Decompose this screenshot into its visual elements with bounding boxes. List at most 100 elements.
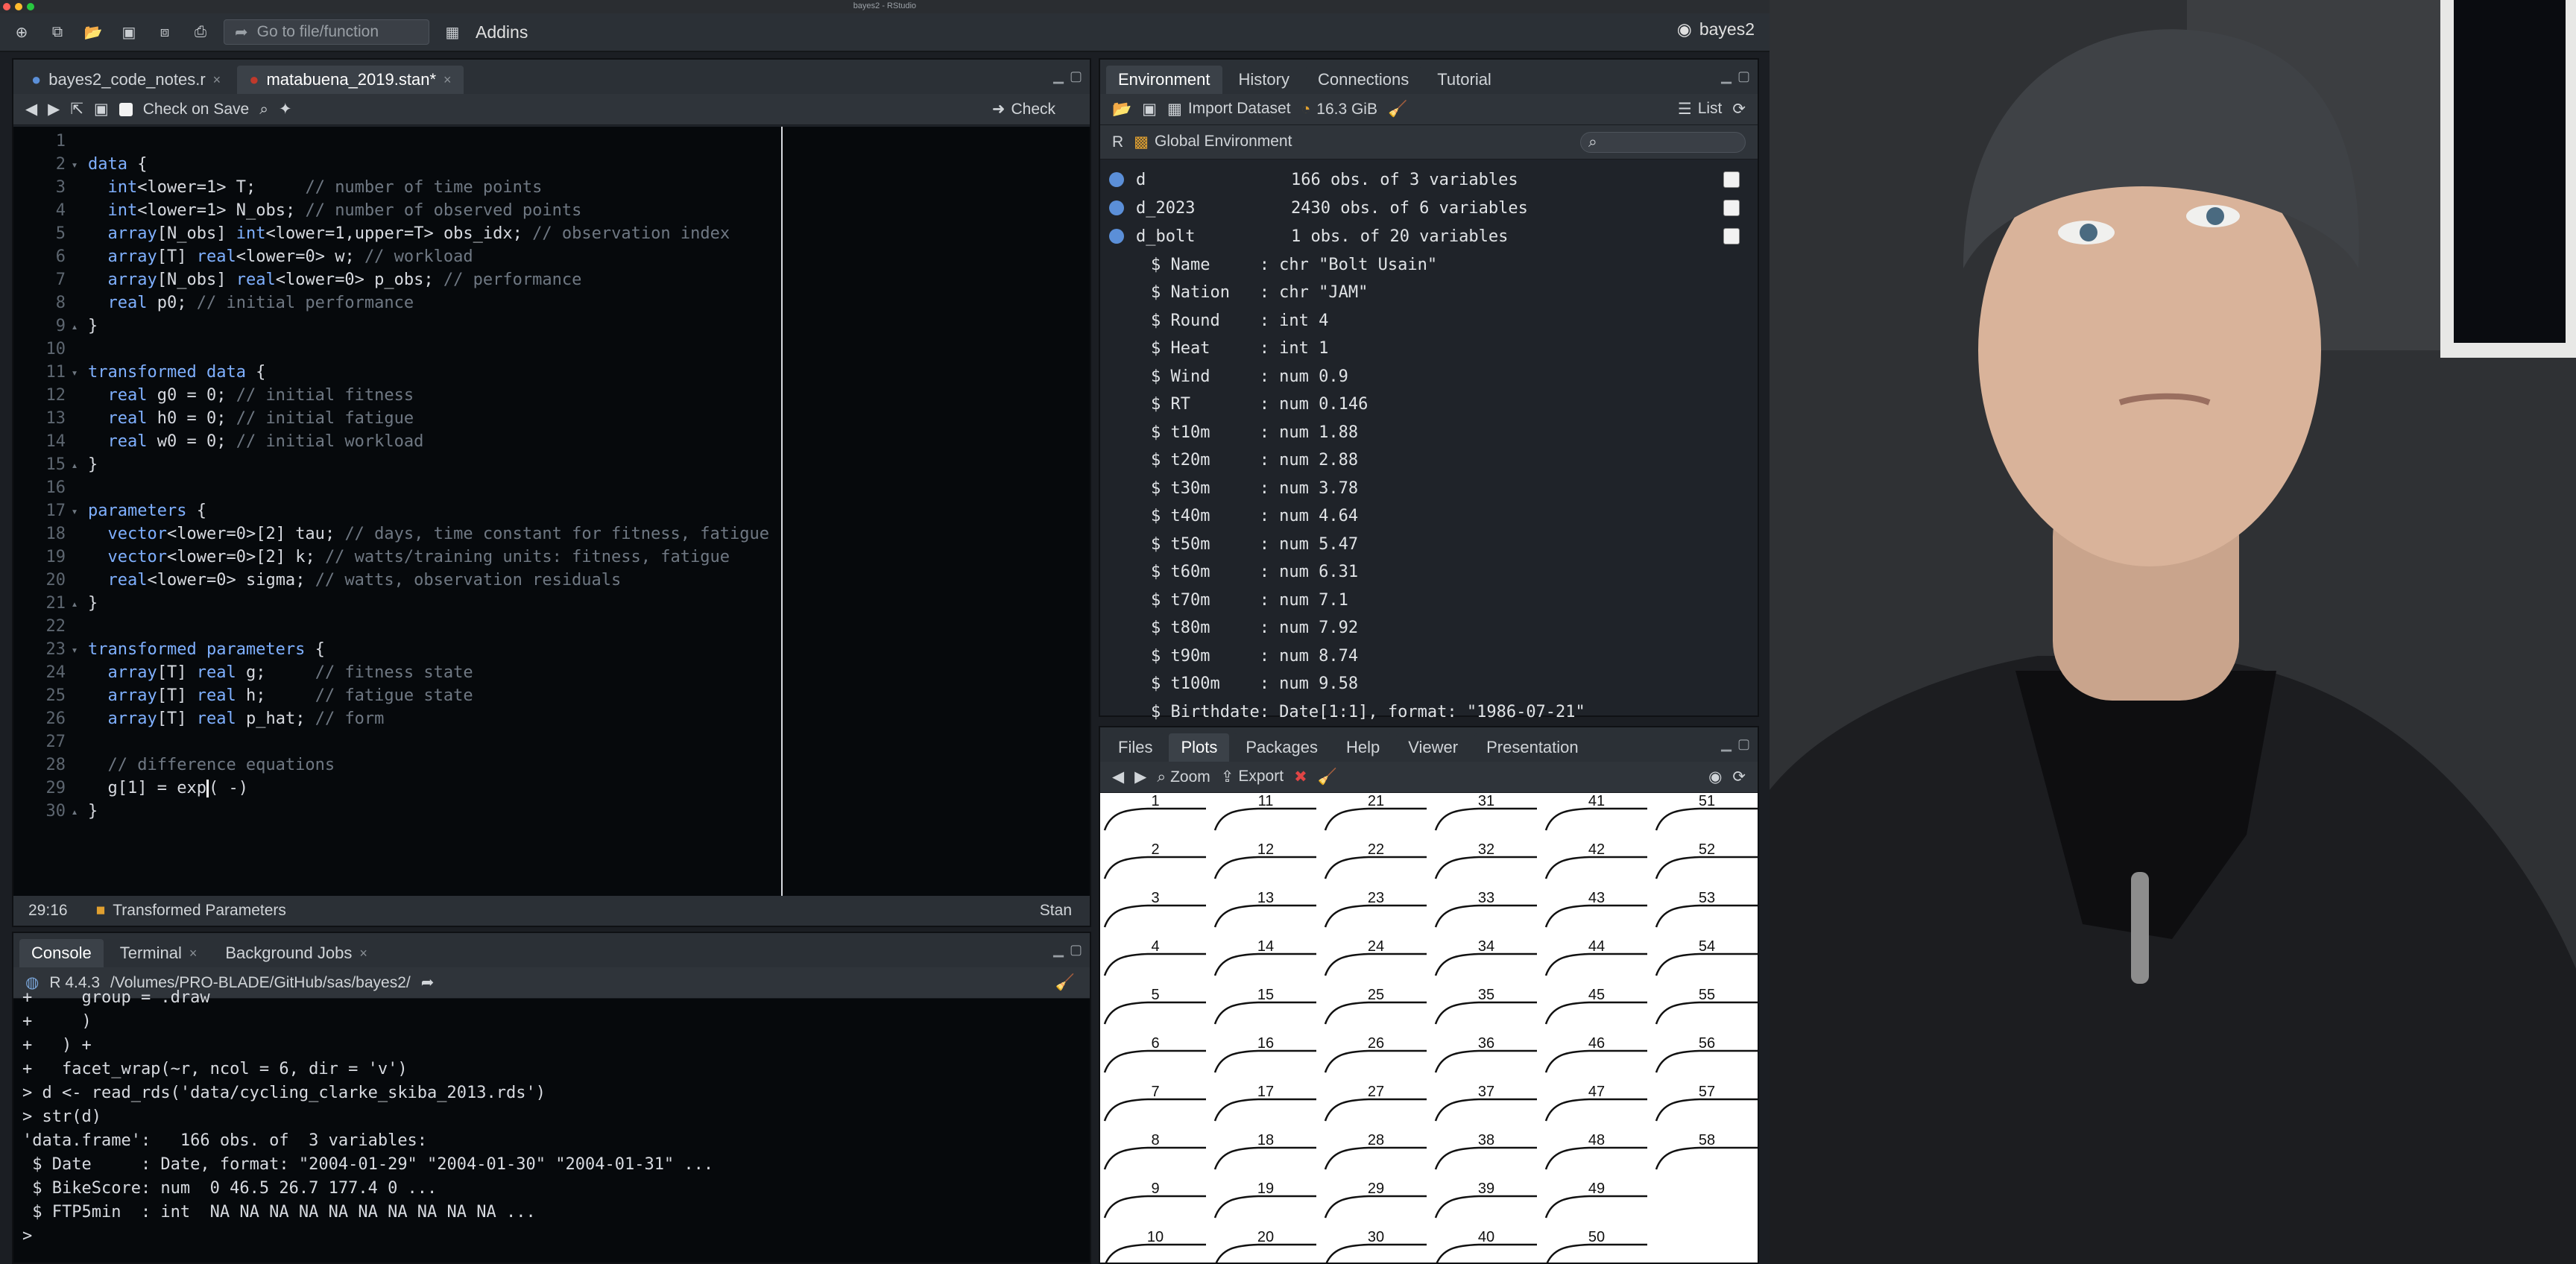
tab-tutorial[interactable]: Tutorial [1425,66,1503,94]
object-select-checkbox[interactable] [1723,171,1740,188]
tab-presentation[interactable]: Presentation [1474,733,1591,762]
tab-packages[interactable]: Packages [1234,733,1330,762]
code-line[interactable]: 8 real p0; // initial performance [13,291,414,315]
minimize-pane-icon[interactable]: ▁ [1721,736,1731,752]
close-tab-icon[interactable]: × [443,72,452,88]
tab-terminal[interactable]: Terminal × [107,939,209,967]
code-line[interactable]: 30 ▴} [13,800,98,823]
code-line[interactable]: 7 array[N_obs] real<lower=0> p_obs; // p… [13,268,582,291]
import-dataset-button[interactable]: ▦ Import Dataset [1167,100,1291,118]
expand-object-icon[interactable] [1109,229,1124,244]
clear-workspace-icon[interactable]: 🧹 [1388,101,1407,118]
environment-object-row[interactable]: d_2023 2430 obs. of 6 variables [1100,194,1758,222]
next-plot-icon[interactable]: ▶ [1134,768,1146,786]
code-line[interactable]: 6 array[T] real<lower=0> w; // workload [13,245,473,268]
code-line[interactable]: 14 real w0 = 0; // initial workload [13,430,424,453]
magic-wand-icon[interactable]: ✦ [279,100,292,118]
code-line[interactable]: 24 array[T] real g; // fitness state [13,661,473,684]
save-file-icon[interactable]: ▣ [94,100,109,118]
clear-console-icon[interactable]: 🧹 [1055,974,1075,992]
forward-icon[interactable]: ▶ [48,100,60,118]
expand-object-icon[interactable] [1109,172,1124,187]
memory-usage[interactable]: ◔ 16.3 GiB [1301,101,1377,118]
tab-console[interactable]: Console [19,939,104,967]
zoom-button[interactable]: ⌕ Zoom [1157,768,1210,786]
code-line[interactable]: 26 array[T] real p_hat; // form [13,707,385,730]
addins-menu[interactable]: Addins [476,22,528,42]
tab-connections[interactable]: Connections [1305,66,1421,94]
code-line[interactable]: 19 vector<lower=0>[2] k; // watts/traini… [13,546,730,569]
export-menu[interactable]: ⇪ Export [1221,768,1284,786]
code-line[interactable]: 29 g[1] = exp( -) [13,777,248,800]
code-line[interactable]: 9 ▴} [13,315,98,338]
open-workspace-icon[interactable]: 📂 [1112,101,1131,118]
code-line[interactable]: 28 // difference equations [13,753,335,777]
scope-selector[interactable]: ▩ Global Environment [1134,133,1292,151]
new-project-icon[interactable]: ⧉ [45,19,70,45]
fold-toggle-icon[interactable]: ▴ [66,458,83,472]
show-in-window-icon[interactable]: ⇱ [70,100,83,118]
tab-code-notes[interactable]: ● bayes2_code_notes.r × [19,66,233,94]
tab-stan-file[interactable]: ● matabuena_2019.stan* × [237,66,464,94]
code-line[interactable]: 21 ▴} [13,592,98,615]
code-line[interactable]: 12 real g0 = 0; // initial fitness [13,384,414,407]
environment-object-row[interactable]: d 166 obs. of 3 variables [1100,165,1758,194]
code-line[interactable]: 17 ▾ parameters { [13,499,206,522]
object-select-checkbox[interactable] [1723,200,1740,216]
code-line[interactable]: 22 [13,615,88,638]
code-line[interactable]: 4 int<lower=1> N_obs; // number of obser… [13,199,582,222]
environment-object-row[interactable]: d_bolt 1 obs. of 20 variables [1100,222,1758,250]
close-tab-icon[interactable]: × [359,946,367,961]
code-line[interactable]: 10 [13,338,88,361]
tab-plots[interactable]: Plots [1169,733,1230,762]
code-line[interactable]: 23 ▾ transformed parameters { [13,638,325,661]
code-line[interactable]: 3 int<lower=1> T; // number of time poin… [13,176,543,199]
code-line[interactable]: 25 array[T] real h; // fatigue state [13,684,473,707]
save-workspace-icon[interactable]: ▣ [1142,100,1157,118]
tab-environment[interactable]: Environment [1106,66,1222,94]
tab-files[interactable]: Files [1106,733,1165,762]
check-on-save-checkbox[interactable] [119,102,133,116]
close-tab-icon[interactable]: × [213,72,221,88]
maximize-pane-icon[interactable]: ▢ [1737,736,1750,752]
grid-layout-icon[interactable]: ▦ [440,19,465,45]
code-line[interactable]: 1 [13,130,88,153]
code-line[interactable]: 13 real h0 = 0; // initial fatigue [13,407,414,430]
refresh-plot-icon[interactable]: ⟳ [1732,768,1746,786]
goto-file-input[interactable]: ➦ Go to file/function [224,19,429,45]
fold-toggle-icon[interactable]: ▾ [66,643,83,657]
code-line[interactable]: 11 ▾ transformed data { [13,361,266,384]
environment-search-input[interactable]: ⌕ [1580,131,1746,153]
project-menu[interactable]: ◉ bayes2 [1677,19,1755,40]
fold-toggle-icon[interactable]: ▴ [66,805,83,818]
plot-viewer[interactable]: 1 2 3 4 5 6 7 8 9 10 11 12 13 14 15 16 17 18 19 20 21 22 23 24 2… [1100,793,1758,1264]
fold-toggle-icon[interactable]: ▾ [66,366,83,379]
tab-help[interactable]: Help [1334,733,1392,762]
view-mode-menu[interactable]: ☰ List [1678,100,1723,118]
maximize-pane-icon[interactable]: ▢ [1070,69,1082,84]
console-output[interactable]: + group = .draw + ) + ) + + facet_wrap(~r, … [13,988,1090,1263]
open-file-icon[interactable]: 📂 [80,19,106,45]
language-selector[interactable]: R [1112,133,1123,151]
goto-directory-icon[interactable]: ➦ [421,973,435,992]
check-button[interactable]: ➜ Check [992,100,1055,118]
tab-viewer[interactable]: Viewer [1396,733,1471,762]
maximize-pane-icon[interactable]: ▢ [1737,69,1750,84]
previous-plot-icon[interactable]: ◀ [1112,768,1124,786]
expand-object-icon[interactable] [1109,200,1124,215]
tab-background-jobs[interactable]: Background Jobs × [213,939,379,967]
tab-history[interactable]: History [1226,66,1301,94]
close-tab-icon[interactable]: × [189,946,198,961]
maximize-pane-icon[interactable]: ▢ [1070,942,1082,958]
code-line[interactable]: 2 ▾ data { [13,153,148,176]
fold-toggle-icon[interactable]: ▴ [66,320,83,333]
search-icon[interactable]: ⌕ [259,101,268,118]
refresh-icon[interactable]: ⟳ [1732,100,1746,118]
code-line[interactable]: 5 array[N_obs] int<lower=1,upper=T> obs_… [13,222,730,245]
remove-plot-icon[interactable]: ✖ [1294,768,1307,786]
code-editor[interactable]: 1 2 ▾ data {3 int<lower=1> T; // number of … [13,127,1090,896]
save-all-icon[interactable]: ⧈ [152,19,177,45]
minimize-pane-icon[interactable]: ▁ [1053,69,1064,84]
fold-toggle-icon[interactable]: ▾ [66,505,83,518]
print-icon[interactable]: ⎙ [188,19,213,45]
